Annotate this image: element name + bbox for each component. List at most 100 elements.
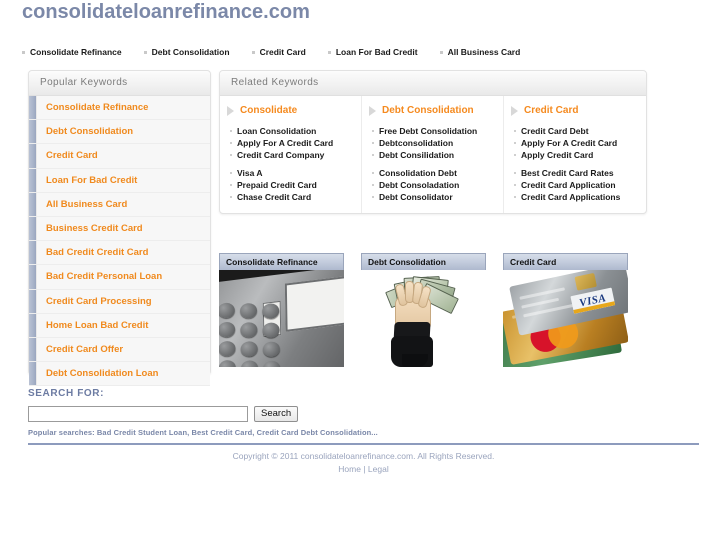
related-keyword-link[interactable]: Prepaid Credit Card [227,179,361,190]
bullet-icon [230,195,232,198]
related-keyword-link[interactable]: Debt Consolidator [369,191,503,202]
popular-keywords-list: Consolidate Refinance Debt Consolidation C… [29,96,210,387]
related-keyword-link[interactable]: Best Credit Card Rates [511,167,646,178]
related-keywords-group: Free Debt Consolidation Debtconsolidation… [369,125,503,160]
related-keywords-panel: Related Keywords Consolidate Loan Consoli… [219,70,647,214]
search-section: SEARCH FOR: Search Popular searches: Bad… [28,388,448,438]
related-column-title: Consolidate [240,105,298,116]
related-keyword-link[interactable]: Debt Consoladation [369,179,503,190]
bullet-icon [372,195,374,198]
keyword-accent-bar [29,313,37,337]
footer-legal-link[interactable]: Legal [368,464,389,474]
hand-holding-money-photo [361,270,486,367]
popular-searches-links[interactable]: Popular searches: Bad Credit Student Loa… [28,428,448,438]
bullet-icon [514,129,516,132]
related-column-header[interactable]: Consolidate [227,105,361,117]
card-chip [574,272,597,291]
related-keywords-group: Visa A Prepaid Credit Card Chase Credit Ca… [227,167,361,202]
related-keyword-link[interactable]: Apply Credit Card [511,149,646,160]
sidebar-keyword-label: Home Loan Bad Credit [46,319,149,331]
sidebar-keyword-item[interactable]: Debt Consolidation [29,120,210,145]
sidebar-keyword-item[interactable]: Credit Card Processing [29,289,210,314]
sidebar-keyword-item[interactable]: All Business Card [29,192,210,217]
topnav-item[interactable]: Credit Card [251,47,306,57]
keyword-accent-bar [29,168,37,192]
topnav-item[interactable]: Debt Consolidation [143,47,230,57]
related-keyword-label: Debt Consilidation [379,149,455,160]
bullet-icon [230,171,232,174]
keyword-accent-bar [29,265,37,289]
related-keyword-link[interactable]: Chase Credit Card [227,191,361,202]
sidebar-keyword-item[interactable]: Bad Credit Personal Loan [29,265,210,290]
related-keyword-link[interactable]: Debt Consilidation [369,149,503,160]
sidebar-keyword-label: Debt Consolidation Loan [46,368,159,380]
related-keyword-label: Prepaid Credit Card [237,179,317,190]
calculator-screen [284,276,344,332]
related-keywords-title: Related Keywords [231,77,319,88]
topnav-item[interactable]: All Business Card [439,47,521,57]
sidebar-keyword-item[interactable]: Bad Credit Credit Card [29,241,210,266]
bullet-icon [372,129,374,132]
sidebar-keyword-item[interactable]: Home Loan Bad Credit [29,313,210,338]
thumbnail-caption: Consolidate Refinance [226,257,318,267]
related-keyword-label: Debtconsolidation [379,137,454,148]
footer-home-link[interactable]: Home [338,464,361,474]
related-keyword-label: Debt Consolidator [379,191,453,202]
topnav-item[interactable]: Consolidate Refinance [22,47,122,57]
topnav-item[interactable]: Loan For Bad Credit [327,47,418,57]
thumbnail-card[interactable]: Credit Card VISA [503,253,628,368]
topnav-item-label: Credit Card [259,47,306,57]
related-keyword-link[interactable]: Credit Card Debt [511,125,646,136]
thumbnail-caption-bar: Credit Card [503,253,628,270]
sidebar-keyword-item[interactable]: Loan For Bad Credit [29,168,210,193]
related-keyword-link[interactable]: Visa A [227,167,361,178]
related-keyword-label: Credit Card Applications [521,191,621,202]
page-root: consolidateloanrefinance.com Consolidate… [0,0,727,545]
related-keyword-link[interactable]: Loan Consolidation [227,125,361,136]
related-keyword-link[interactable]: Credit Card Application [511,179,646,190]
thumbnail-caption-bar: Debt Consolidation [361,253,486,270]
sidebar-keyword-item[interactable]: Credit Card Offer [29,337,210,363]
bullet-icon [372,183,374,186]
sidebar-keyword-item[interactable]: Consolidate Refinance [29,96,210,121]
related-keywords-group: Consolidation Debt Debt Consoladation Debt… [369,167,503,202]
topnav-item-label: All Business Card [447,47,521,57]
sidebar-keyword-label: Debt Consolidation [46,126,134,138]
thumbnail-caption: Debt Consolidation [368,257,446,267]
thumbnail-card[interactable]: Consolidate Refinance [219,253,344,368]
top-navigation: Consolidate Refinance Debt Consolidation C… [22,44,542,60]
search-button[interactable]: Search [254,406,299,422]
calculator-photo [219,270,344,367]
bullet-icon [143,50,147,54]
related-keywords-group: Loan Consolidation Apply For A Credit Car… [227,125,361,160]
related-keyword-link[interactable]: Apply For A Credit Card [511,137,646,148]
related-keyword-label: Credit Card Application [521,179,616,190]
search-label: SEARCH FOR: [28,388,105,399]
popular-keywords-header: Popular Keywords [29,71,210,96]
bullet-icon [372,153,374,156]
related-column-header[interactable]: Debt Consolidation [369,105,503,117]
related-keyword-link[interactable]: Credit Card Company [227,149,361,160]
visa-logo: VISA [570,287,616,314]
related-keyword-link[interactable]: Credit Card Applications [511,191,646,202]
sidebar-keyword-label: Loan For Bad Credit [46,174,138,186]
sidebar-keyword-item[interactable]: Debt Consolidation Loan [29,362,210,387]
sidebar-keyword-label: All Business Card [46,198,128,210]
keyword-accent-bar [29,96,37,120]
related-keyword-link[interactable]: Debtconsolidation [369,137,503,148]
search-input[interactable] [28,406,248,422]
bullet-icon [372,141,374,144]
bullet-icon [230,153,232,156]
topnav-item-label: Loan For Bad Credit [335,47,418,57]
related-keyword-label: Loan Consolidation [237,125,317,136]
sidebar-keyword-item[interactable]: Business Credit Card [29,216,210,242]
related-keyword-link[interactable]: Free Debt Consolidation [369,125,503,136]
related-column-header[interactable]: Credit Card [511,105,646,117]
keyword-accent-bar [29,120,37,144]
thumbnail-card[interactable]: Debt Consolidation [361,253,486,368]
related-column-title: Credit Card [524,105,579,116]
bullet-icon [230,129,232,132]
related-keyword-link[interactable]: Consolidation Debt [369,167,503,178]
sidebar-keyword-item[interactable]: Credit Card [29,144,210,169]
related-keyword-link[interactable]: Apply For A Credit Card [227,137,361,148]
